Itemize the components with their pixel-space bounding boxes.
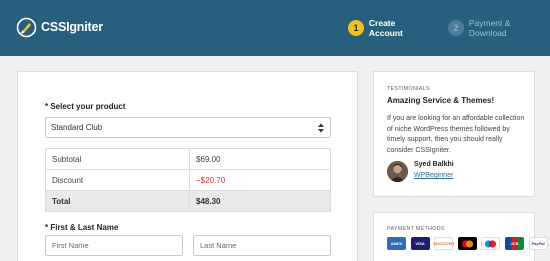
visa-icon: VISA bbox=[410, 237, 430, 250]
total-value: $48.30 bbox=[189, 190, 331, 212]
payment-methods-card: PAYMENT METHODS AMEX VISA DISCOVER JCB P… bbox=[373, 212, 548, 261]
discount-value: −$20.70 bbox=[189, 169, 331, 191]
name-field-label: * First & Last Name bbox=[45, 223, 119, 232]
payment-icons: AMEX VISA DISCOVER JCB PayPal bbox=[387, 237, 550, 250]
testimonial-card: TESTIMONIALS Amazing Service & Themes! I… bbox=[373, 71, 535, 197]
jcb-icon: JCB bbox=[504, 237, 524, 250]
logo-rocket-icon bbox=[16, 17, 37, 38]
brand-name: CSSIgniter bbox=[41, 20, 103, 34]
brand-logo[interactable]: CSSIgniter bbox=[16, 13, 103, 41]
product-select[interactable]: Standard Club bbox=[45, 117, 331, 138]
testimonial-author-link[interactable]: WPBeginner bbox=[414, 172, 453, 179]
total-label: Total bbox=[45, 190, 190, 212]
payment-methods-title: PAYMENT METHODS bbox=[387, 226, 445, 232]
step-number-1: 1 bbox=[348, 20, 364, 36]
testimonial-body: If you are looking for an affordable col… bbox=[387, 115, 525, 154]
step-number-2: 2 bbox=[447, 20, 464, 36]
order-summary-table: Subtotal $69.00 Discount −$20.70 Total $… bbox=[45, 148, 331, 212]
header-bar: CSSIgniter 1 Create Account 2 Payment & … bbox=[0, 0, 550, 56]
mastercard-icon bbox=[457, 237, 477, 250]
step-create-account: 1 Create Account bbox=[348, 18, 431, 38]
amex-icon: AMEX bbox=[387, 237, 406, 250]
testimonial-author: Syed Balkhi bbox=[414, 161, 454, 168]
mastercard-circles-icon bbox=[461, 239, 473, 248]
last-name-input[interactable]: Last Name bbox=[193, 235, 331, 256]
step-label-create-account: Create Account bbox=[368, 18, 403, 38]
maestro-icon bbox=[481, 237, 501, 250]
table-row: Discount −$20.70 bbox=[45, 169, 331, 191]
checkout-steps: 1 Create Account 2 Payment & Download bbox=[348, 18, 550, 38]
checkout-form-card: * Select your product Standard Club Subt… bbox=[17, 71, 358, 261]
step-payment-download: 2 Payment & Download bbox=[447, 18, 550, 38]
subtotal-label: Subtotal bbox=[45, 148, 190, 170]
testimonial-headline: Amazing Service & Themes! bbox=[387, 96, 495, 105]
subtotal-value: $69.00 bbox=[189, 148, 331, 170]
avatar bbox=[387, 161, 408, 182]
discover-icon: DISCOVER bbox=[433, 237, 454, 250]
table-row: Total $48.30 bbox=[45, 190, 331, 212]
step-label-payment-download: Payment & Download bbox=[468, 18, 511, 38]
paypal-icon: PayPal bbox=[528, 237, 548, 250]
first-name-input[interactable]: First Name bbox=[45, 235, 183, 256]
product-select-label: * Select your product bbox=[45, 102, 126, 111]
testimonials-section-title: TESTIMONIALS bbox=[387, 86, 430, 92]
table-row: Subtotal $69.00 bbox=[45, 148, 331, 170]
discount-label: Discount bbox=[45, 169, 190, 191]
product-select-value: Standard Club bbox=[51, 123, 103, 132]
maestro-circles-icon bbox=[485, 239, 497, 248]
select-arrows-icon bbox=[318, 123, 324, 133]
